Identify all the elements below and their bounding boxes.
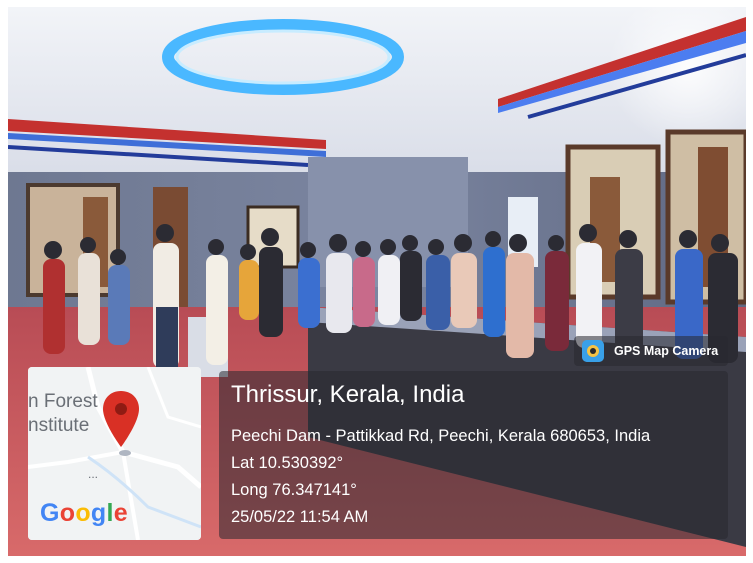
google-logo-letter: G [40,499,60,527]
location-title: Thrissur, Kerala, India [231,381,465,408]
longitude: Long 76.347141° [231,481,357,499]
timestamp: 25/05/22 11:54 AM [231,508,369,526]
map-place-label-line1: n Forest [28,391,98,412]
google-logo-letter: g [90,499,107,527]
app-name: GPS Map Camera [614,344,719,358]
map-place-label-line2: nstitute [28,415,90,436]
latitude: Lat 10.530392° [231,454,344,472]
gps-map-camera-badge: GPS Map Camera [574,336,728,366]
google-logo-letter: o [59,499,76,527]
google-logo-letter: e [113,499,128,527]
map-thumbnail: n Forest nstitute ... Google [28,367,201,540]
google-logo-letter: o [75,499,91,527]
google-logo: Google [40,499,128,528]
map-more-indicator: ... [88,467,99,481]
location-info-panel: Thrissur, Kerala, India Peechi Dam - Pat… [219,371,728,539]
google-logo-letter: l [106,499,114,527]
map-pin-icon [103,391,139,456]
geotagged-photo: GPS Map Camera n Forest nstitute ... Goo… [8,7,746,556]
location-address: Peechi Dam - Pattikkad Rd, Peechi, Keral… [231,427,651,445]
gps-map-camera-app-icon [582,340,604,362]
